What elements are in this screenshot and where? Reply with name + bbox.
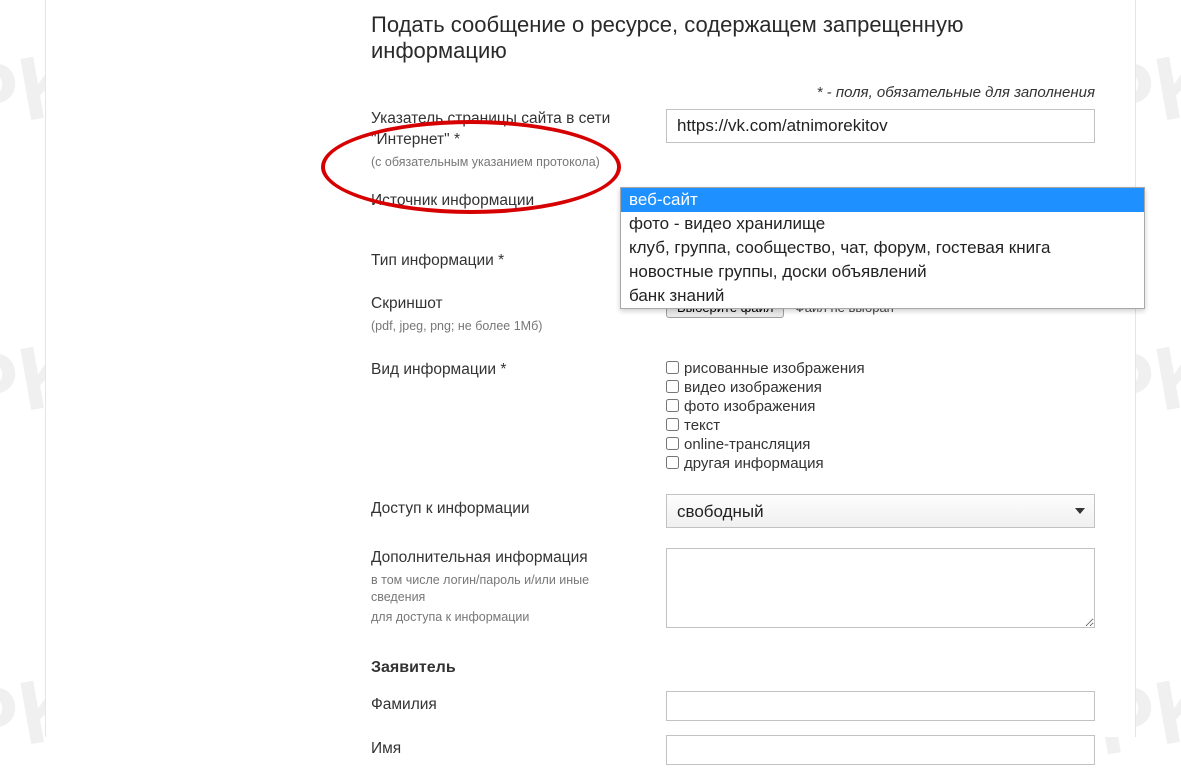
kind-checkbox[interactable]	[666, 418, 679, 431]
applicant-heading: Заявитель	[371, 653, 1095, 691]
url-label-text: Указатель страницы сайта в сети "Интерне…	[371, 110, 610, 148]
kind-option-text[interactable]: текст	[666, 417, 1095, 434]
kind-checkbox[interactable]	[666, 361, 679, 374]
source-option-storage[interactable]: фото - видео хранилище	[621, 212, 1144, 236]
row-additional: Дополнительная информация в том числе ло…	[371, 548, 1095, 633]
row-url: Указатель страницы сайта в сети "Интерне…	[371, 109, 1095, 171]
name-label: Имя	[371, 735, 666, 760]
url-label: Указатель страницы сайта в сети "Интерне…	[371, 109, 666, 171]
page-container: Подать сообщение о ресурсе, содержащем з…	[45, 0, 1136, 737]
screenshot-hint: (pdf, jpeg, png; не более 1Мб)	[371, 318, 646, 335]
row-access: Доступ к информации свободный	[371, 494, 1095, 528]
row-kind: Вид информации * рисованные изображения …	[371, 360, 1095, 474]
url-hint: (с обязательным указанием протокола)	[371, 154, 646, 171]
kind-checkbox[interactable]	[666, 399, 679, 412]
kind-checkbox[interactable]	[666, 437, 679, 450]
source-dropdown-panel[interactable]: веб-сайт фото - видео хранилище клуб, гр…	[620, 187, 1145, 309]
additional-label-text: Дополнительная информация	[371, 549, 588, 566]
kind-checkbox[interactable]	[666, 380, 679, 393]
page-title: Подать сообщение о ресурсе, содержащем з…	[46, 12, 1135, 84]
kind-option-photo[interactable]: фото изображения	[666, 398, 1095, 415]
kind-option-drawn[interactable]: рисованные изображения	[666, 360, 1095, 377]
access-selected-value: свободный	[677, 502, 764, 521]
kind-label: Вид информации *	[371, 360, 666, 381]
row-name: Имя	[371, 735, 1095, 765]
additional-hint2: для доступа к информации	[371, 609, 646, 626]
url-input[interactable]	[666, 109, 1095, 143]
additional-textarea[interactable]	[666, 548, 1095, 628]
kind-option-video[interactable]: видео изображения	[666, 379, 1095, 396]
name-input[interactable]	[666, 735, 1095, 765]
row-surname: Фамилия	[371, 691, 1095, 721]
kind-option-other[interactable]: другая информация	[666, 455, 1095, 472]
kind-option-online[interactable]: online-трансляция	[666, 436, 1095, 453]
source-option-club[interactable]: клуб, группа, сообщество, чат, форум, го…	[621, 236, 1144, 260]
access-select[interactable]: свободный	[666, 494, 1095, 528]
additional-hint1: в том числе логин/пароль и/или иные свед…	[371, 572, 646, 606]
screenshot-label-text: Скриншот	[371, 295, 443, 312]
required-fields-note: * - поля, обязательные для заполнения	[46, 84, 1135, 109]
access-label: Доступ к информации	[371, 494, 666, 520]
kind-checkbox[interactable]	[666, 456, 679, 469]
source-option-website[interactable]: веб-сайт	[621, 188, 1144, 212]
source-option-news[interactable]: новостные группы, доски объявлений	[621, 260, 1144, 284]
surname-input[interactable]	[666, 691, 1095, 721]
source-option-knowledge[interactable]: банк знаний	[621, 284, 1144, 308]
surname-label: Фамилия	[371, 691, 666, 716]
additional-label: Дополнительная информация в том числе ло…	[371, 548, 666, 626]
